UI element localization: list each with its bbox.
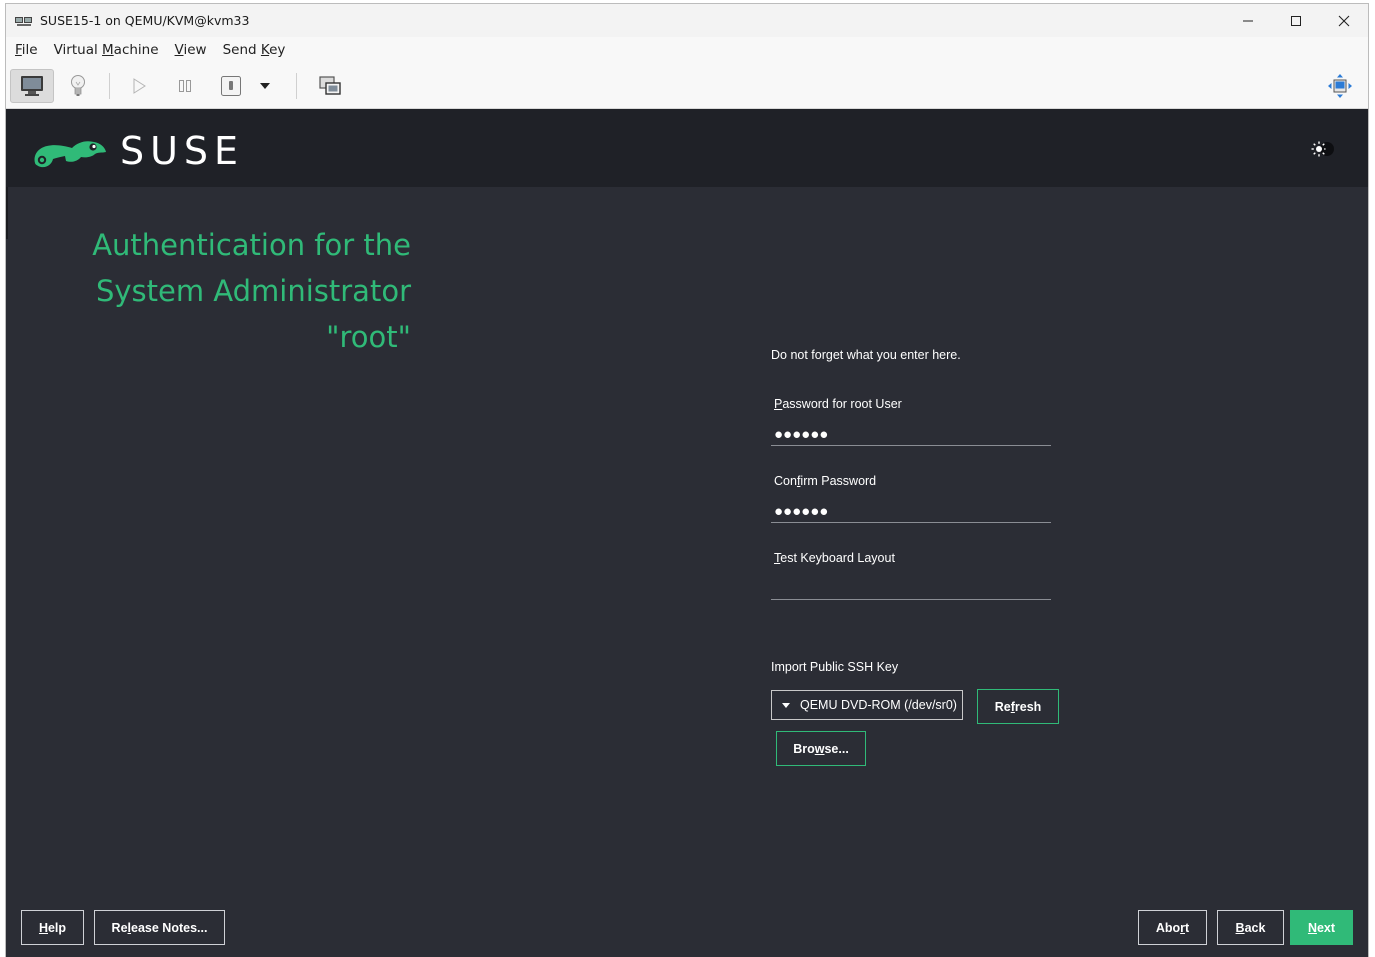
window-title: SUSE15-1 on QEMU/KVM@kvm33 <box>40 13 250 28</box>
maximize-icon <box>1291 15 1301 26</box>
screenshot-icon <box>319 76 341 95</box>
run-button[interactable] <box>117 69 161 103</box>
password-label: Password for root User <box>774 397 902 411</box>
monitor-icon <box>21 76 43 96</box>
confirm-password-input[interactable]: ●●●●●● <box>771 501 1051 523</box>
menu-view[interactable]: View <box>167 42 215 58</box>
keyboard-test-input[interactable] <box>771 578 1051 600</box>
vm-viewer-window: SUSE15-1 on QEMU/KVM@kvm33 File Virtual … <box>6 4 1368 957</box>
page-title-line-2: System Administrator <box>95 274 411 308</box>
ssh-device-select[interactable]: QEMU DVD-ROM (/dev/sr0) <box>771 690 963 720</box>
fit-window-button[interactable] <box>1318 69 1362 103</box>
pause-button[interactable] <box>163 69 207 103</box>
shutdown-button[interactable] <box>209 69 253 103</box>
title-bar[interactable]: SUSE15-1 on QEMU/KVM@kvm33 <box>6 4 1368 37</box>
browse-button[interactable]: Bro w se... <box>776 731 866 766</box>
lightbulb-icon <box>71 75 85 96</box>
pause-icon <box>179 80 191 92</box>
toolbar <box>6 63 1368 109</box>
ssh-device-value: QEMU DVD-ROM (/dev/sr0) <box>800 698 957 712</box>
page-title-line-1: Authentication for the <box>92 228 411 262</box>
menu-virtual-machine[interactable]: Virtual Machine <box>46 42 167 58</box>
page-title: Authentication for the System Administra… <box>46 222 411 360</box>
fit-window-icon <box>1328 74 1352 98</box>
reminder-text: Do not forget what you enter here. <box>771 348 961 362</box>
keyboard-test-label: Test Keyboard Layout <box>774 551 895 565</box>
menu-bar: File Virtual Machine View Send Key <box>6 37 1368 63</box>
back-button[interactable]: Back <box>1217 910 1284 945</box>
dropdown-arrow-icon <box>260 83 270 89</box>
abort-button[interactable]: Abo r t <box>1138 910 1207 945</box>
page-title-line-3: "root" <box>326 320 411 354</box>
refresh-button[interactable]: Re f resh <box>977 689 1059 724</box>
virt-manager-app-icon <box>15 15 33 27</box>
power-icon <box>221 76 241 96</box>
next-button[interactable]: Next <box>1290 910 1353 945</box>
shutdown-menu-button[interactable] <box>250 69 280 103</box>
chevron-down-icon <box>782 702 790 708</box>
brand-wordmark: SUSE <box>120 129 245 173</box>
chameleon-icon <box>34 141 106 168</box>
confirm-password-label: Confirm Password <box>774 474 877 488</box>
ssh-key-label: Import Public SSH Key <box>771 660 899 674</box>
menu-file[interactable]: File <box>6 42 46 58</box>
theme-toggle-button[interactable] <box>1310 140 1336 163</box>
minimize-button[interactable] <box>1224 4 1272 37</box>
close-icon <box>1338 15 1350 26</box>
installer-header: SUSE <box>6 109 1368 187</box>
release-notes-button[interactable]: Re l ease Notes... <box>94 910 225 945</box>
suse-logo: SUSE <box>32 132 244 170</box>
maximize-button[interactable] <box>1272 4 1320 37</box>
play-icon <box>133 78 146 94</box>
brightness-toggle-icon <box>1311 141 1334 157</box>
help-button[interactable]: Help <box>21 910 84 945</box>
close-button[interactable] <box>1320 4 1368 37</box>
snapshots-button[interactable] <box>308 69 352 103</box>
minimize-icon <box>1243 20 1253 21</box>
show-details-button[interactable] <box>56 69 100 103</box>
show-console-button[interactable] <box>10 69 54 103</box>
menu-send-key[interactable]: Send Key <box>215 42 294 58</box>
password-input[interactable]: ●●●●●● <box>771 424 1051 446</box>
